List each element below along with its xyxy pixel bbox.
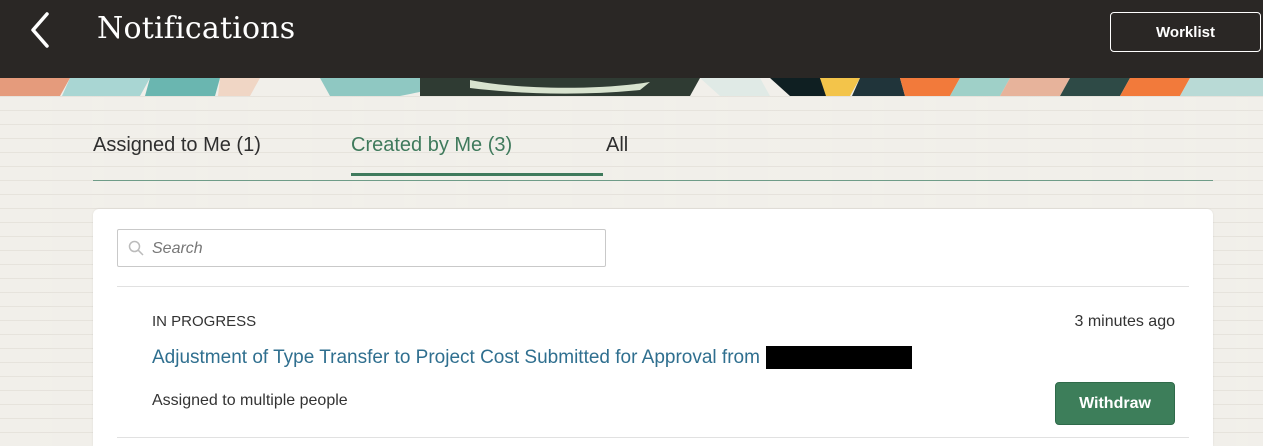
notification-title: Adjustment of Type Transfer to Project C…	[152, 346, 760, 368]
search-input[interactable]	[152, 236, 592, 262]
tab-all[interactable]: All	[606, 134, 628, 175]
tab-label: All	[606, 134, 629, 156]
notifications-card: IN PROGRESS 3 minutes ago Adjustment of …	[93, 209, 1213, 446]
timestamp: 3 minutes ago	[1074, 313, 1175, 330]
active-tab-indicator	[351, 173, 603, 176]
tab-created-by-me[interactable]: Created by Me (3)	[351, 134, 603, 176]
notification-title-link[interactable]: Adjustment of Type Transfer to Project C…	[152, 346, 912, 369]
notification-tabs: Assigned to Me (1) Created by Me (3) All	[93, 118, 1213, 181]
tab-assigned-to-me[interactable]: Assigned to Me (1)	[93, 134, 261, 175]
divider	[117, 437, 1189, 438]
withdraw-button[interactable]: Withdraw	[1055, 382, 1175, 425]
assigned-to-text: Assigned to multiple people	[152, 392, 348, 409]
tab-label: Created by Me (3)	[351, 134, 513, 156]
divider	[117, 286, 1189, 287]
redacted-name	[765, 346, 912, 369]
worklist-button[interactable]: Worklist	[1110, 12, 1261, 52]
search-icon	[128, 240, 144, 256]
back-button[interactable]	[20, 6, 60, 54]
banner-pattern	[0, 78, 1263, 96]
tab-label: Assigned to Me (1)	[93, 134, 261, 156]
decorative-banner	[0, 78, 1263, 96]
page-title: Notifications	[97, 11, 296, 46]
status-label: IN PROGRESS	[152, 313, 257, 330]
page-header: Notifications Worklist	[0, 0, 1263, 78]
chevron-left-icon	[31, 12, 49, 48]
search-field[interactable]	[117, 229, 606, 267]
